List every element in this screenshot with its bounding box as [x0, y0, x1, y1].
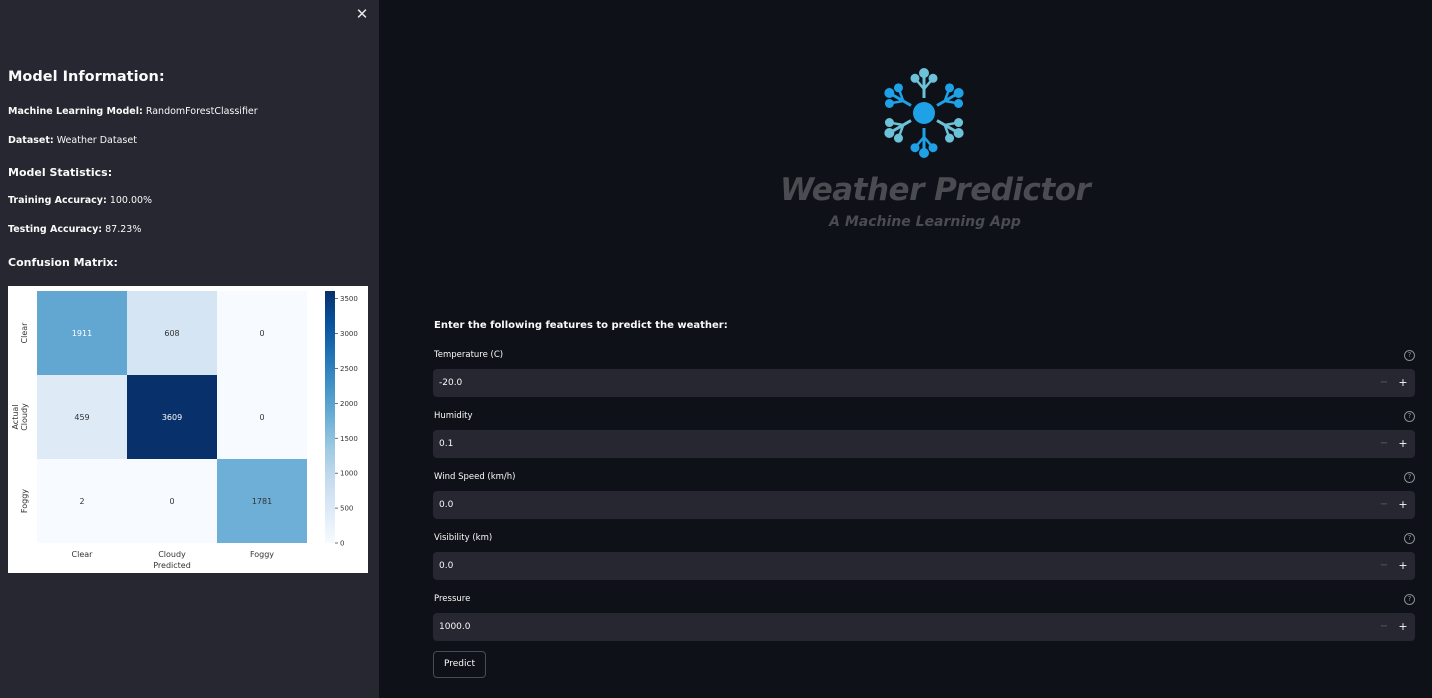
wind-speed-help-icon[interactable]: ?: [1404, 472, 1415, 483]
y-tick-label: Foggy: [20, 489, 29, 513]
temperature-help-icon[interactable]: ?: [1404, 350, 1415, 361]
colorbar-tick-label: 3000: [340, 330, 358, 338]
confusion-matrix-chart: 1911 608 0 459 3609 0 2 0 1781 Clear Cloudy Foggy Pr…: [8, 286, 368, 573]
pressure-input[interactable]: 1000.0 − +: [433, 613, 1415, 641]
colorbar: [325, 291, 335, 543]
form-heading: Enter the following features to predict …: [434, 320, 728, 331]
colorbar-tick-label: 1500: [340, 435, 358, 443]
pressure-decrement-button[interactable]: −: [1377, 613, 1391, 641]
stats-heading: Model Statistics:: [8, 166, 113, 179]
colorbar-tick-label: 500: [340, 505, 353, 513]
temperature-value[interactable]: -20.0: [439, 369, 462, 397]
close-icon: ✕: [355, 5, 369, 23]
cell-value-label: 0: [259, 329, 264, 338]
training-value: 100.00%: [109, 195, 153, 206]
cell-value-label: 0: [169, 497, 174, 506]
cell-value-label: 0: [259, 413, 264, 422]
visibility-value[interactable]: 0.0: [439, 552, 453, 580]
predict-button[interactable]: Predict: [433, 651, 486, 678]
x-tick-label: Cloudy: [158, 550, 186, 559]
humidity-help-icon[interactable]: ?: [1404, 411, 1415, 422]
model-info-heading: Model Information:: [8, 69, 165, 85]
temperature-decrement-button[interactable]: −: [1377, 369, 1391, 397]
humidity-input[interactable]: 0.1 − +: [433, 430, 1415, 458]
colorbar-tick-label: 2000: [340, 400, 358, 408]
wind-speed-decrement-button[interactable]: −: [1377, 491, 1391, 519]
y-tick-label: Cloudy: [20, 403, 29, 431]
pressure-value[interactable]: 1000.0: [439, 613, 471, 641]
visibility-decrement-button[interactable]: −: [1377, 552, 1391, 580]
pressure-label: Pressure: [434, 594, 471, 604]
y-tick-label: Clear: [20, 322, 29, 344]
model-label: Machine Learning Model:: [8, 106, 143, 117]
humidity-increment-button[interactable]: +: [1396, 430, 1410, 458]
dataset-line: Dataset: Weather Dataset: [8, 135, 137, 146]
humidity-value[interactable]: 0.1: [439, 430, 453, 458]
cell-value-label: 3609: [162, 413, 182, 422]
model-value: RandomForestClassifier: [145, 106, 258, 117]
wind-speed-label: Wind Speed (km/h): [434, 472, 516, 482]
testing-label: Testing Accuracy:: [8, 224, 103, 235]
confusion-heading: Confusion Matrix:: [8, 256, 118, 269]
y-axis-label: Actual: [11, 404, 20, 429]
colorbar-tick-label: 1000: [340, 470, 358, 478]
close-sidebar-button[interactable]: ✕: [354, 6, 370, 22]
model-line: Machine Learning Model: RandomForestClas…: [8, 106, 258, 117]
visibility-input[interactable]: 0.0 − +: [433, 552, 1415, 580]
humidity-label: Humidity: [434, 411, 473, 421]
app-logo: Weather Predictor A Machine Learning App: [780, 55, 1091, 245]
x-axis-label: Predicted: [153, 561, 191, 570]
temperature-label: Temperature (C): [434, 350, 504, 360]
wind-speed-input[interactable]: 0.0 − +: [433, 491, 1415, 519]
cell-value-label: 2: [79, 497, 84, 506]
wind-speed-increment-button[interactable]: +: [1396, 491, 1410, 519]
colorbar-tick-label: 3500: [340, 295, 358, 303]
x-tick-label: Clear: [72, 550, 94, 559]
app-title: Weather Predictor: [780, 172, 1091, 208]
training-line: Training Accuracy: 100.00%: [8, 195, 152, 206]
dataset-value: Weather Dataset: [56, 135, 137, 146]
humidity-decrement-button[interactable]: −: [1377, 430, 1391, 458]
testing-value: 87.23%: [105, 224, 142, 235]
cell-value-label: 1781: [252, 497, 272, 506]
testing-line: Testing Accuracy: 87.23%: [8, 224, 141, 235]
colorbar-tick-label: 0: [340, 540, 344, 548]
visibility-label: Visibility (km): [434, 533, 493, 543]
pressure-help-icon[interactable]: ?: [1404, 594, 1415, 605]
weather-network-icon: [884, 68, 964, 158]
temperature-input[interactable]: -20.0 − +: [433, 369, 1415, 397]
dataset-label: Dataset:: [8, 135, 54, 146]
pressure-increment-button[interactable]: +: [1396, 613, 1410, 641]
visibility-increment-button[interactable]: +: [1396, 552, 1410, 580]
cell-value-label: 1911: [72, 329, 92, 338]
training-label: Training Accuracy:: [8, 195, 107, 206]
cell-value-label: 459: [74, 413, 89, 422]
wind-speed-value[interactable]: 0.0: [439, 491, 453, 519]
x-tick-label: Foggy: [250, 550, 274, 559]
visibility-help-icon[interactable]: ?: [1404, 533, 1415, 544]
colorbar-tick-label: 2500: [340, 365, 358, 373]
cell-value-label: 608: [164, 329, 179, 338]
app-subtitle: A Machine Learning App: [829, 214, 1021, 230]
temperature-increment-button[interactable]: +: [1396, 369, 1410, 397]
sidebar: ✕ Model Information: Machine Learning Mo…: [0, 0, 379, 698]
